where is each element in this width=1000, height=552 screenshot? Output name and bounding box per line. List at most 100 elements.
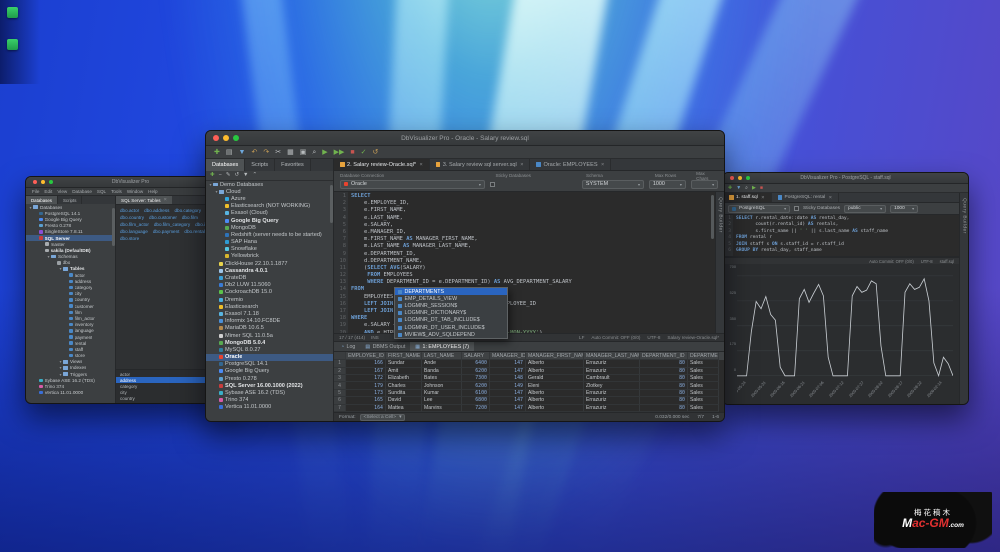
table-link-dbo-customer[interactable]: dbo.customer [149, 215, 177, 220]
cell[interactable]: Mattea [386, 405, 422, 412]
zoom-button[interactable] [746, 176, 750, 180]
save-icon[interactable]: ▼ [736, 186, 741, 191]
result-tab-log[interactable]: ◔Log [336, 342, 360, 351]
cell[interactable]: Cambrault [584, 375, 640, 382]
cell[interactable]: 80 [640, 382, 688, 389]
zoom-button[interactable] [49, 180, 53, 184]
cell[interactable]: Alberto [526, 360, 584, 367]
table-link-dbo-category[interactable]: dbo.category [174, 208, 201, 213]
cell[interactable]: Johnson [422, 382, 462, 389]
desktop-app-icon-1[interactable] [7, 7, 18, 18]
cell[interactable]: Sales [688, 390, 719, 397]
cell[interactable]: 6100 [462, 390, 490, 397]
tree-item-informix-14-10-fc8de[interactable]: Informix 14.10.FC8DE [206, 318, 333, 325]
column-header-employee-id[interactable]: EMPLOYEE_ID [346, 352, 386, 360]
tree-item-exasol-7-1-18[interactable]: Exasol 7.1.18 [206, 310, 333, 317]
close-icon[interactable]: × [829, 195, 832, 201]
zoom-button[interactable] [233, 135, 239, 141]
cell[interactable]: Charles [386, 382, 422, 389]
menu-database[interactable]: Database [72, 189, 92, 194]
cell[interactable]: Banda [422, 368, 462, 375]
editor-tab-3-salary-review-sql-server-sql[interactable]: 3. Salary review sql server.sql× [430, 159, 531, 170]
sql-editor[interactable]: 123456 SELECT r.rental_date::date AS ren… [723, 215, 959, 257]
cell[interactable]: 147 [490, 360, 526, 367]
cell[interactable]: 7300 [462, 375, 490, 382]
rollback-icon[interactable]: ↺ [373, 149, 379, 156]
tree-item-postgresql-14-1[interactable]: PostgreSQL 14.1 [206, 361, 333, 368]
cell[interactable]: 6800 [462, 397, 490, 404]
editor-tab-postgresql-rental[interactable]: PostgreSQL: rental× [772, 193, 840, 202]
cell[interactable]: 147 [490, 405, 526, 412]
tree-item-elasticsearch-not-working[interactable]: Elasticsearch (NOT WORKING) [206, 203, 333, 210]
tree-item-trino-374[interactable]: Trino 374 [206, 397, 333, 404]
menu-file[interactable]: File [32, 189, 39, 194]
cell[interactable]: 167 [346, 368, 386, 375]
cell[interactable]: 80 [640, 390, 688, 397]
cell[interactable]: Alberto [526, 390, 584, 397]
tree-item-db2-luw-11-5060[interactable]: Db2 LUW 11.5060 [206, 282, 333, 289]
cell[interactable]: 147 [490, 397, 526, 404]
tree-item-azure[interactable]: Azure [206, 195, 333, 202]
tree-item-oracle[interactable]: Oracle [206, 354, 333, 361]
close-icon[interactable]: × [761, 195, 764, 201]
column-header-manager-id[interactable]: MANAGER_ID [490, 352, 526, 360]
cell[interactable]: 7200 [462, 405, 490, 412]
column-header-manager-last-name[interactable]: MANAGER_LAST_NAME [584, 352, 640, 360]
cell[interactable]: 166 [346, 360, 386, 367]
editor-tab-oracle-employees[interactable]: Oracle: EMPLOYEES× [530, 159, 611, 170]
tree-scrollbar[interactable] [112, 208, 115, 246]
sidebar-tab-databases[interactable]: Databases [26, 196, 58, 204]
cell[interactable]: Errazuriz [584, 360, 640, 367]
cell[interactable]: 6400 [462, 360, 490, 367]
autocomplete-item-departments[interactable]: DEPARTMENTS [395, 288, 507, 295]
cell[interactable]: Bates [422, 375, 462, 382]
tree-item-google-big-query[interactable]: Google Big Query [206, 217, 333, 224]
cell[interactable]: Alberto [526, 368, 584, 375]
tree-item-presto-0-278[interactable]: Presto 0.278 [206, 375, 333, 382]
edit-icon[interactable]: ✎ [226, 173, 231, 179]
cell[interactable]: 80 [640, 397, 688, 404]
close-button[interactable] [730, 176, 734, 180]
commit-icon[interactable]: ✓ [361, 149, 367, 156]
execute-script-icon[interactable]: ▶▶ [334, 149, 345, 156]
table-link-dbo-country[interactable]: dbo.country [120, 215, 144, 220]
cell[interactable]: Zlotkey [584, 382, 640, 389]
table-link-dbo-language[interactable]: dbo.language [120, 229, 148, 234]
autocomplete-item-logmnr-dt-user-include[interactable]: LOGMNR_DT_USER_INCLUDE$ [395, 324, 507, 331]
cell[interactable]: 165 [346, 397, 386, 404]
remove-connection-icon[interactable]: − [219, 173, 222, 179]
menu-help[interactable]: Help [148, 189, 157, 194]
close-button[interactable] [33, 180, 37, 184]
cell[interactable]: 179 [346, 382, 386, 389]
close-icon[interactable]: × [164, 197, 167, 203]
max-chars-select[interactable]: ▾ [691, 180, 718, 189]
filter-icon[interactable]: ▼ [243, 173, 248, 179]
tree-item-cockroachdb-15-0[interactable]: CockroachDB 15.0 [206, 289, 333, 296]
cell[interactable]: Sales [688, 405, 719, 412]
tree-item-redshift-server-needs-to-be-started[interactable]: Redshift (server needs to be started) [206, 231, 333, 238]
save-icon[interactable]: ▼ [239, 149, 246, 156]
undo-icon[interactable]: ↶ [251, 149, 257, 156]
query-builder-strip[interactable]: Query Builder [959, 193, 968, 404]
connection-select[interactable]: PostgreSQL ▾ [728, 205, 790, 213]
cell[interactable]: 147 [490, 368, 526, 375]
cell[interactable]: Sales [688, 360, 719, 367]
tree-item-yellowbrick[interactable]: Yellowbrick [206, 253, 333, 260]
menu-sql[interactable]: SQL [97, 189, 106, 194]
table-link-dbo-film-category[interactable]: dbo.film_category [154, 222, 190, 227]
tree-item-sybase-ase-16-2-tds[interactable]: Sybase ASE 16.2 (TDS) [206, 389, 333, 396]
collapse-all-icon[interactable]: ⌃ [253, 173, 258, 179]
stop-icon[interactable]: ■ [760, 186, 763, 191]
cell[interactable]: Errazuriz [584, 368, 640, 375]
tree-scrollbar[interactable] [330, 185, 333, 223]
cell[interactable]: 147 [490, 390, 526, 397]
sql-code[interactable]: SELECT r.rental_date::date AS rental_day… [733, 215, 959, 256]
tree-item-mongodb-5-0-4[interactable]: MongoDB 5.0.4 [206, 339, 333, 346]
table-link-dbo-address[interactable]: dbo.address [144, 208, 169, 213]
column-header-department-id[interactable]: DEPARTMENT_ID [640, 352, 688, 360]
close-button[interactable] [213, 135, 219, 141]
sidebar-tab-scripts[interactable]: Scripts [245, 159, 275, 171]
cell[interactable]: Ande [422, 360, 462, 367]
cell[interactable]: Marvins [422, 405, 462, 412]
cell-format-select[interactable]: <Select a Cell> ▾ [360, 414, 406, 421]
